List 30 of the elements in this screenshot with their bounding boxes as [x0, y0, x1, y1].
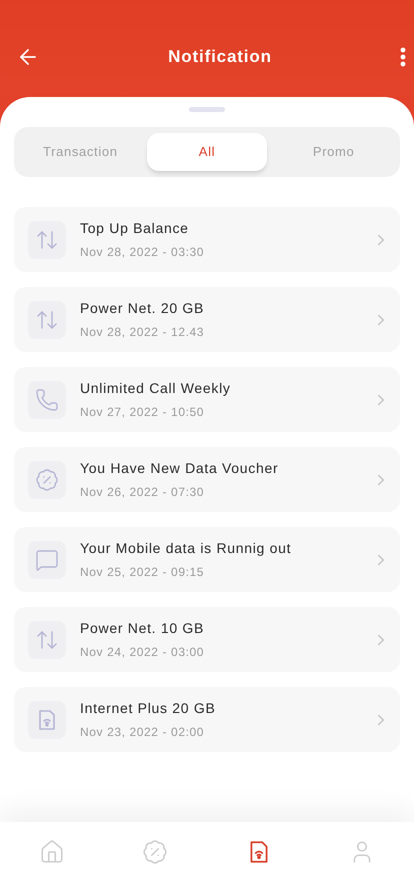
notification-card[interactable]: Power Net. 10 GB Nov 24, 2022 - 03:00 — [14, 607, 400, 672]
discount-badge-icon — [142, 839, 168, 865]
phone-icon — [35, 388, 59, 412]
chat-bubble-icon — [35, 548, 59, 572]
discount-badge-icon — [35, 468, 59, 492]
notification-card[interactable]: You Have New Data Voucher Nov 26, 2022 - 07:30 — [14, 447, 400, 512]
notification-time: Nov 25, 2022 - 09:15 — [80, 564, 206, 581]
notification-time: Nov 28, 2022 - 03:30 — [80, 244, 206, 261]
notification-time: Nov 23, 2022 - 02:00 — [80, 724, 206, 741]
notification-time: Nov 24, 2022 - 03:00 — [80, 644, 206, 661]
notification-title: Internet Plus 20 GB — [80, 699, 216, 718]
notification-card[interactable]: Unlimited Call Weekly Nov 27, 2022 - 10:50 — [14, 367, 400, 432]
notification-time: Nov 28, 2022 - 12.43 — [80, 324, 206, 341]
notification-card[interactable]: Top Up Balance Nov 28, 2022 - 03:30 — [14, 207, 400, 272]
notification-title: Top Up Balance — [80, 219, 190, 238]
notification-card[interactable]: Power Net. 20 GB Nov 28, 2022 - 12.43 — [14, 287, 400, 352]
notification-card[interactable]: Your Mobile data is Runnig out Nov 25, 2022 - 09:15 — [14, 527, 400, 592]
home-icon — [38, 839, 65, 865]
notification-time: Nov 27, 2022 - 10:50 — [80, 404, 206, 421]
tab[interactable]: All — [146, 133, 268, 171]
more-icon — [400, 47, 406, 67]
page-title: Notification — [168, 46, 272, 68]
notification-title: Your Mobile data is Runnig out — [80, 539, 292, 558]
drag-handle[interactable] — [189, 107, 225, 112]
notification-title: Unlimited Call Weekly — [80, 379, 232, 398]
notification-title: You Have New Data Voucher — [80, 459, 280, 478]
notification-title: Power Net. 10 GB — [80, 619, 206, 638]
notification-title: Power Net. 20 GB — [80, 299, 206, 318]
notification-card[interactable]: Internet Plus 20 GB Nov 23, 2022 - 02:00 — [14, 687, 400, 752]
notification-time: Nov 26, 2022 - 07:30 — [80, 484, 206, 501]
